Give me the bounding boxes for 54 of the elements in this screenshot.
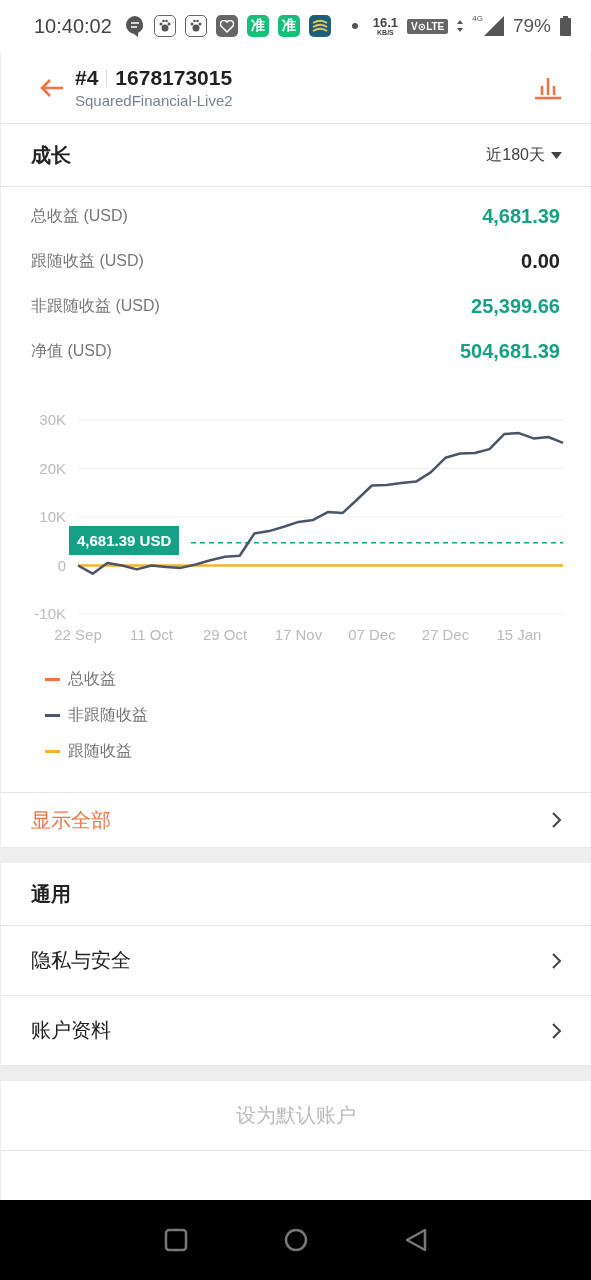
back-icon[interactable] [403,1228,428,1252]
recent-apps-icon[interactable] [163,1228,188,1252]
x-tick-label: 11 Oct [129,626,173,643]
stat-label: 非跟随收益 (USD) [31,296,160,316]
legend-label: 总收益 [68,669,116,689]
back-button[interactable] [39,77,65,98]
stat-value: 25,399.66 [471,295,560,318]
period-dropdown[interactable]: 近180天 [486,144,562,166]
stat-value: 0.00 [521,250,560,273]
paw-icon [184,15,207,37]
y-tick-label: -10K [34,605,66,622]
value-tooltip: 4,681.39 USD [69,525,180,555]
account-id: 1678173015 [115,66,233,90]
paw-icon [153,15,176,37]
app-logo-icon [308,15,331,37]
legend-label: 非跟随收益 [68,705,148,725]
app-badge: 准 [246,15,269,37]
x-tick-label: 15 Jan [496,626,542,643]
stat-label: 总收益 (USD) [31,206,128,226]
clock: 10:40:02 [34,14,112,38]
chevron-icon [550,951,562,970]
chat-bubble-icon [124,15,145,37]
stat-value: 4,681.39 [482,205,560,228]
x-tick-label: 07 Dec [348,626,396,643]
app-badge: 准 [277,15,300,37]
chevron-icon [550,1021,562,1040]
section-title: 通用 [31,881,71,907]
network-type: 4G [472,14,483,23]
account-number: #4 [75,66,99,90]
x-tick-label: 29 Oct [202,626,248,643]
y-tick-label: 10K [39,508,66,525]
stat-label: 净值 (USD) [31,341,112,361]
stat-label: 跟随收益 (USD) [31,251,144,271]
server-name: SquaredFinancial-Live2 [75,92,234,109]
x-tick-label: 17 Nov [274,626,323,643]
bar-chart-icon[interactable] [534,75,562,100]
x-tick-label: 22 Sep [54,626,102,643]
y-tick-label: 0 [57,556,66,574]
stat-value: 504,681.39 [459,340,560,363]
y-tick-label: 20K [39,459,66,477]
dot-icon [351,23,358,29]
section-title: 成长 [31,142,71,168]
chevron-icon [550,811,562,829]
x-tick-label: 27 Dec [421,626,470,643]
y-tick-label: 30K [39,411,66,428]
caret-icon [551,151,562,159]
network-speed: 16.1 [372,16,399,29]
battery-icon [560,16,571,36]
data-arrows-icon [457,20,464,32]
signal-icon [483,16,504,36]
home-icon[interactable] [283,1228,308,1252]
volte-badge: V⊙LTE [407,18,449,34]
legend-label: 跟随收益 [68,741,132,761]
battery-percent: 79% [512,15,551,37]
